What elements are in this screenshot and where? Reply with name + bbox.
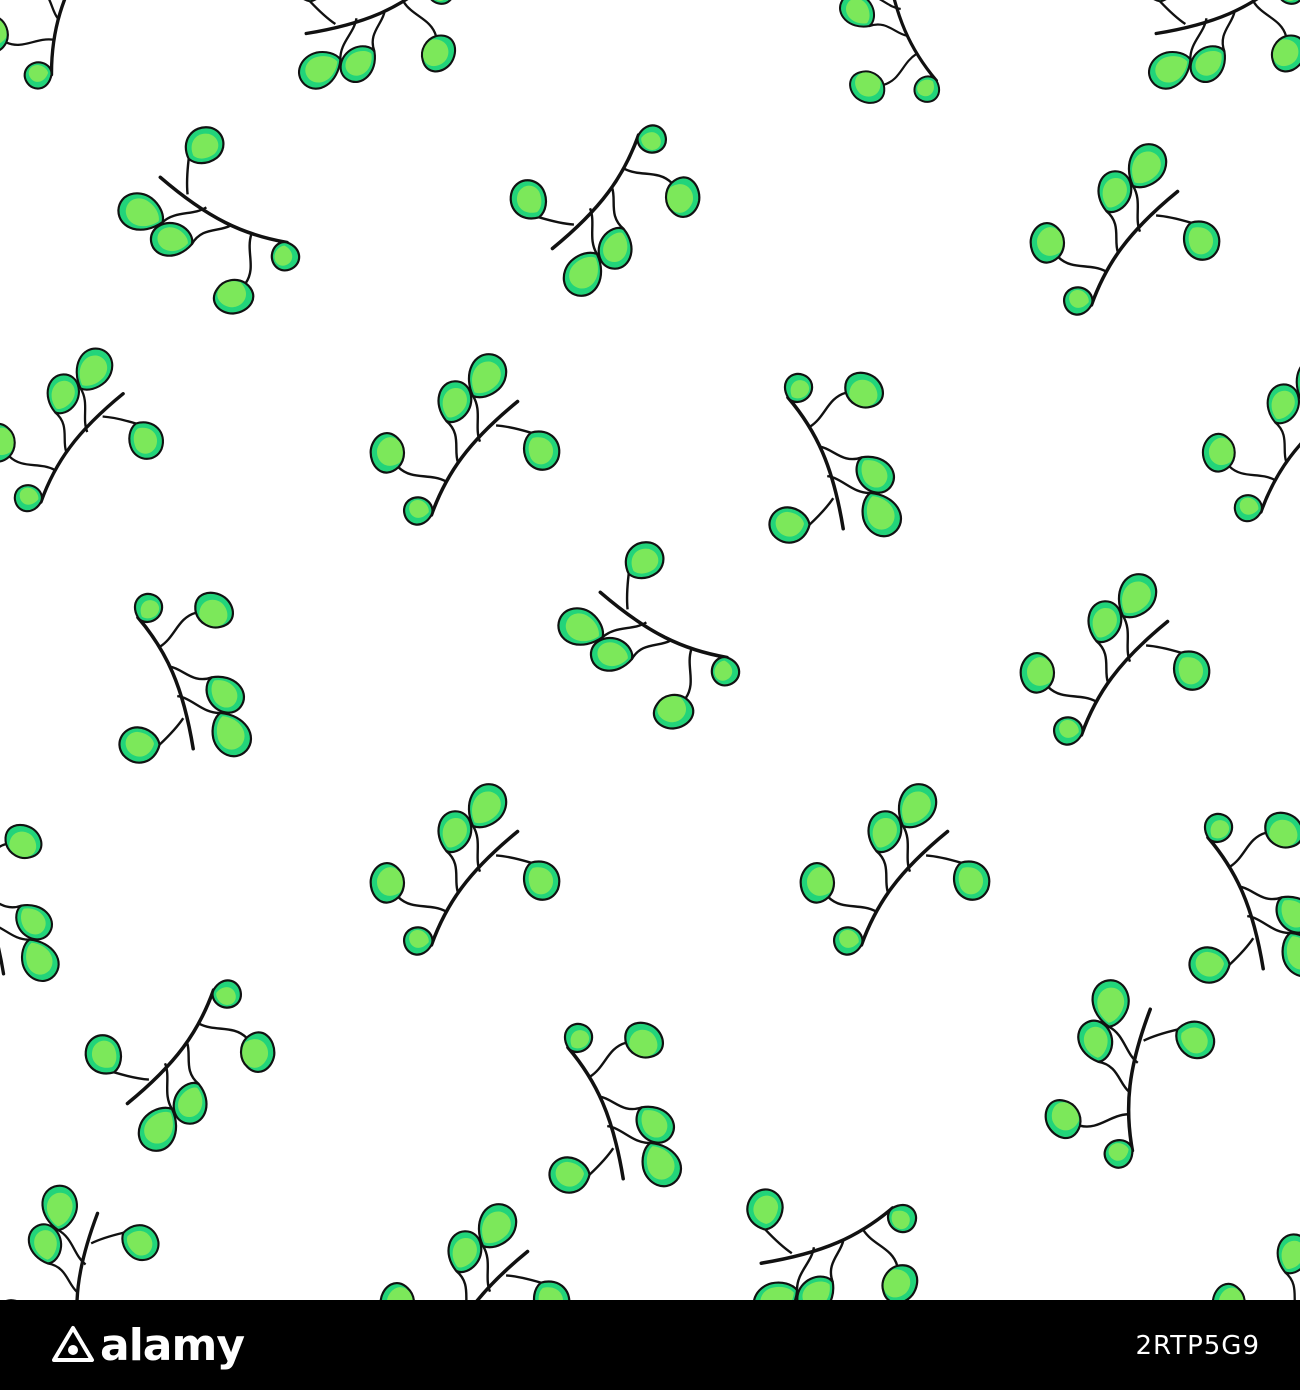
image-id-label: 2RTP5G9 <box>1135 1331 1260 1361</box>
alamy-logo: alamy <box>50 1320 245 1372</box>
sprig-row-1 <box>0 0 1300 132</box>
sprig-row-2 <box>98 109 1230 342</box>
leaf-pattern-image <box>0 0 1300 1300</box>
stock-image-page: alamy 2RTP5G9 <box>0 0 1300 1390</box>
alamy-logo-icon <box>52 1326 94 1362</box>
sprig-row-4 <box>82 524 1220 800</box>
leaf-pattern-svg <box>0 0 1300 1300</box>
watermark-banner: alamy 2RTP5G9 <box>0 1300 1300 1390</box>
alamy-logo-text: alamy <box>100 1320 245 1371</box>
sprig-row-6 <box>75 946 1244 1230</box>
